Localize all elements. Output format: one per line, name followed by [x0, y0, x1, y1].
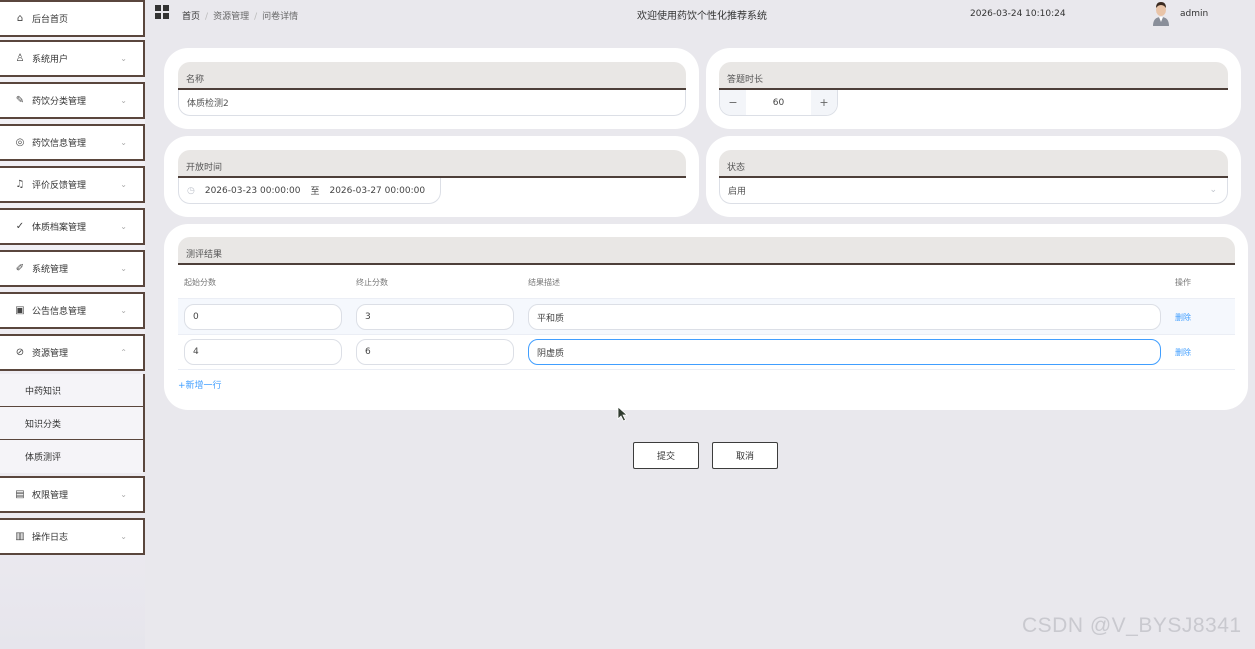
- sidebar-item-label: 系统用户: [32, 55, 69, 65]
- sidebar-item-feedback[interactable]: ♫ 评价反馈管理 ⌄: [0, 166, 145, 203]
- delete-row-button[interactable]: 删除: [1175, 312, 1191, 323]
- watermark: CSDN @V_BYSJ8341: [1022, 614, 1242, 637]
- end-score-input[interactable]: 6: [356, 339, 514, 365]
- sidebar-item-label: 药饮分类管理: [32, 97, 87, 107]
- range-separator: 至: [310, 187, 320, 197]
- username[interactable]: admin: [1180, 9, 1208, 19]
- user-icon: ♙: [15, 53, 25, 64]
- date-range-picker[interactable]: ◷ 2026-03-23 00:00:00 至 2026-03-27 00:00…: [178, 178, 441, 204]
- column-header-start-score: 起始分数: [184, 278, 216, 287]
- sidebar-item-operation-log[interactable]: ▥ 操作日志 ⌄: [0, 518, 145, 555]
- sidebar-item-label: 体质档案管理: [32, 223, 87, 233]
- column-header-action: 操作: [1175, 278, 1191, 287]
- avatar[interactable]: [1150, 0, 1172, 26]
- breadcrumb-resources[interactable]: 资源管理: [213, 12, 249, 22]
- duration-stepper[interactable]: − 60 +: [719, 90, 838, 116]
- chevron-down-icon: ⌄: [1209, 185, 1217, 195]
- disc-icon: ◎: [15, 137, 25, 148]
- chevron-down-icon: ⌄: [120, 95, 127, 105]
- topbar: 首页 / 资源管理 / 问卷详情 欢迎使用药饮个性化推荐系统 2026-03-24 10…: [145, 0, 1255, 30]
- status-select[interactable]: 启用 ⌄: [719, 178, 1228, 204]
- sidebar-item-label: 系统管理: [32, 265, 69, 275]
- decrease-button[interactable]: −: [720, 90, 746, 115]
- sidebar-item-drink-category[interactable]: ✎ 药饮分类管理 ⌄: [0, 82, 145, 119]
- name-label: 名称: [178, 62, 686, 90]
- document-icon: ▤: [15, 489, 25, 500]
- mouse-cursor-icon: [617, 406, 629, 422]
- description-input[interactable]: 平和质: [528, 304, 1161, 330]
- status-value: 启用: [728, 187, 747, 197]
- sidebar: ⌂ 后台首页 ♙ 系统用户 ⌄ ✎ 药饮分类管理 ⌄ ◎ 药饮信息管理 ⌄ ♫ …: [0, 0, 145, 649]
- description-input[interactable]: 阴虚质: [528, 339, 1161, 365]
- sidebar-item-home[interactable]: ⌂ 后台首页: [0, 0, 145, 37]
- increase-button[interactable]: +: [811, 90, 837, 115]
- end-score-input[interactable]: 3: [356, 304, 514, 330]
- sidebar-item-label: 资源管理: [32, 349, 69, 359]
- add-row-button[interactable]: +新增一行: [178, 378, 222, 391]
- name-field[interactable]: 体质检测2: [178, 90, 686, 116]
- resources-submenu: 中药知识 知识分类 体质测评: [0, 374, 145, 473]
- delete-row-button[interactable]: 删除: [1175, 347, 1191, 358]
- menu-grid-icon[interactable]: [155, 5, 169, 19]
- submit-button[interactable]: 提交: [633, 442, 699, 469]
- chevron-down-icon: ⌄: [120, 263, 127, 273]
- duration-label: 答题时长: [719, 62, 1228, 90]
- start-score-input[interactable]: 0: [184, 304, 342, 330]
- chevron-up-icon: ⌃: [120, 347, 127, 357]
- sidebar-item-constitution-records[interactable]: ✓ 体质档案管理 ⌄: [0, 208, 145, 245]
- start-score-input[interactable]: 4: [184, 339, 342, 365]
- chevron-down-icon: ⌄: [120, 137, 127, 147]
- pen-icon: ✐: [15, 263, 25, 274]
- sidebar-item-label: 权限管理: [32, 491, 69, 501]
- log-icon: ▥: [15, 531, 25, 542]
- breadcrumb-separator: /: [205, 12, 209, 22]
- open-time-label: 开放时间: [178, 150, 686, 178]
- chevron-down-icon: ⌄: [120, 53, 127, 63]
- bell-icon: ♫: [15, 179, 25, 190]
- chevron-down-icon: ⌄: [120, 221, 127, 231]
- chevron-down-icon: ⌄: [120, 179, 127, 189]
- breadcrumb-home[interactable]: 首页: [182, 12, 200, 22]
- breadcrumb-separator: /: [254, 12, 258, 22]
- sidebar-item-system-users[interactable]: ♙ 系统用户 ⌄: [0, 40, 145, 77]
- duration-value[interactable]: 60: [746, 90, 811, 115]
- datetime-display: 2026-03-24 10:10:24: [970, 9, 1066, 19]
- results-label: 测评结果: [178, 237, 1235, 265]
- home-icon: ⌂: [16, 13, 24, 24]
- page-title: 欢迎使用药饮个性化推荐系统: [637, 11, 767, 22]
- column-header-end-score: 终止分数: [356, 278, 388, 287]
- sidebar-item-label: 后台首页: [32, 15, 69, 25]
- sidebar-item-label: 药饮信息管理: [32, 139, 87, 149]
- row-divider: [178, 369, 1235, 370]
- column-header-description: 结果描述: [528, 278, 560, 287]
- sidebar-item-label: 评价反馈管理: [32, 181, 87, 191]
- row-divider: [178, 334, 1235, 335]
- sidebar-item-permissions[interactable]: ▤ 权限管理 ⌄: [0, 476, 145, 513]
- breadcrumb-current: 问卷详情: [262, 12, 299, 22]
- submenu-item-knowledge-category[interactable]: 知识分类: [0, 407, 143, 440]
- cancel-button[interactable]: 取消: [712, 442, 778, 469]
- end-date[interactable]: 2026-03-27 00:00:00: [329, 186, 425, 196]
- sidebar-item-system-settings[interactable]: ✐ 系统管理 ⌄: [0, 250, 145, 287]
- chevron-down-icon: ⌄: [120, 489, 127, 499]
- edit-icon: ✎: [15, 95, 25, 106]
- check-list-icon: ✓: [15, 221, 25, 232]
- status-label: 状态: [719, 150, 1228, 178]
- breadcrumb: 首页 / 资源管理 / 问卷详情: [182, 9, 298, 22]
- start-date[interactable]: 2026-03-23 00:00:00: [205, 186, 301, 196]
- sidebar-item-label: 操作日志: [32, 533, 69, 543]
- chevron-down-icon: ⌄: [120, 531, 127, 541]
- notice-icon: ▣: [15, 305, 25, 316]
- sidebar-item-drink-info[interactable]: ◎ 药饮信息管理 ⌄: [0, 124, 145, 161]
- submenu-item-herb-knowledge[interactable]: 中药知识: [0, 374, 143, 407]
- chevron-down-icon: ⌄: [120, 305, 127, 315]
- sidebar-item-announcements[interactable]: ▣ 公告信息管理 ⌄: [0, 292, 145, 329]
- paperclip-icon: ⊘: [15, 347, 25, 358]
- clock-icon: ◷: [187, 185, 195, 196]
- sidebar-item-resources[interactable]: ⊘ 资源管理 ⌃: [0, 334, 145, 371]
- sidebar-item-label: 公告信息管理: [32, 307, 87, 317]
- submenu-item-constitution-assessment[interactable]: 体质测评: [0, 440, 143, 473]
